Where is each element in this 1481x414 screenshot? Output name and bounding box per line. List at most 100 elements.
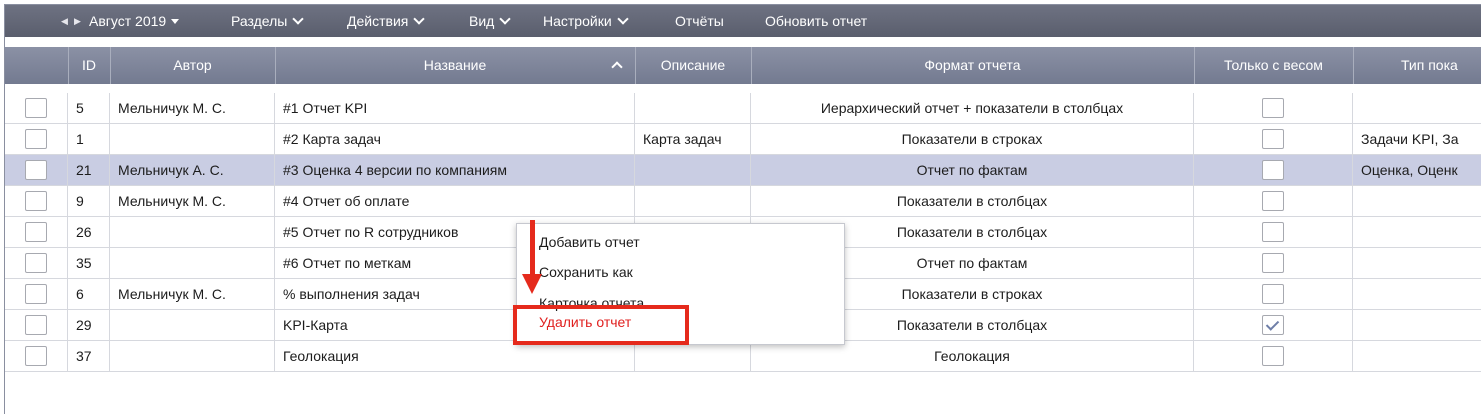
row-description bbox=[635, 341, 751, 371]
row-select-cell bbox=[5, 310, 68, 340]
row-weighted bbox=[1194, 93, 1353, 123]
header-type[interactable]: Тип пока bbox=[1353, 47, 1481, 84]
weighted-checkbox[interactable] bbox=[1262, 129, 1284, 149]
period-selector[interactable]: Август 2019 bbox=[89, 13, 180, 29]
table-row[interactable]: 9 Мельничук М. С. #4 Отчет об оплате Показа… bbox=[5, 186, 1481, 217]
weighted-checkbox[interactable] bbox=[1262, 160, 1284, 180]
row-select-cell bbox=[5, 155, 68, 185]
row-select-checkbox[interactable] bbox=[25, 98, 47, 118]
weighted-checkbox[interactable] bbox=[1262, 191, 1284, 211]
row-weighted bbox=[1194, 248, 1353, 278]
row-select-checkbox[interactable] bbox=[25, 284, 47, 304]
table-row[interactable]: 5 Мельничук М. С. #1 Отчет KPI Иерархически… bbox=[5, 93, 1481, 124]
row-description: Карта задач bbox=[635, 124, 751, 154]
header-weighted[interactable]: Только с весом bbox=[1194, 47, 1354, 84]
row-id: 6 bbox=[68, 279, 110, 309]
header-name[interactable]: Название bbox=[275, 47, 636, 84]
row-weighted bbox=[1194, 155, 1353, 185]
row-author bbox=[110, 248, 275, 278]
row-name: #2 Карта задач bbox=[275, 124, 635, 154]
menu-actions[interactable]: Действия bbox=[347, 13, 426, 29]
row-select-checkbox[interactable] bbox=[25, 222, 47, 242]
menu-reports[interactable]: Отчёты bbox=[675, 13, 724, 29]
table-header: ID Автор Название Описание Формат отчета… bbox=[5, 47, 1481, 84]
arrow-down-icon bbox=[522, 274, 542, 294]
row-select-cell bbox=[5, 217, 68, 247]
row-author bbox=[110, 310, 275, 340]
row-author bbox=[110, 217, 275, 247]
row-weighted bbox=[1194, 124, 1353, 154]
menu-item-add-report[interactable]: Добавить отчет bbox=[539, 234, 640, 250]
row-type bbox=[1353, 186, 1481, 216]
row-select-checkbox[interactable] bbox=[25, 315, 47, 335]
row-select-checkbox[interactable] bbox=[25, 253, 47, 273]
row-author bbox=[110, 124, 275, 154]
weighted-checkbox[interactable] bbox=[1262, 315, 1284, 335]
row-select-checkbox[interactable] bbox=[25, 160, 47, 180]
chevron-down-icon bbox=[616, 13, 629, 25]
row-type bbox=[1353, 310, 1481, 340]
row-format: Показатели в столбцах bbox=[751, 186, 1194, 216]
reports-window: ◀ ▶ Август 2019 Разделы Действия Вид Нас… bbox=[4, 4, 1481, 414]
row-select-cell bbox=[5, 279, 68, 309]
row-weighted bbox=[1194, 217, 1353, 247]
row-type bbox=[1353, 279, 1481, 309]
caret-down-icon bbox=[171, 19, 180, 24]
prev-period-icon[interactable]: ◀ bbox=[61, 16, 68, 27]
row-select-cell bbox=[5, 341, 68, 371]
row-id: 26 bbox=[68, 217, 110, 247]
menu-settings[interactable]: Настройки bbox=[543, 13, 629, 29]
row-description bbox=[635, 186, 751, 216]
row-name: #3 Оценка 4 версии по компаниям bbox=[275, 155, 635, 185]
row-id: 37 bbox=[68, 341, 110, 371]
row-author: Мельничук М. С. bbox=[110, 279, 275, 309]
row-type bbox=[1353, 341, 1481, 371]
weighted-checkbox[interactable] bbox=[1262, 98, 1284, 118]
row-format: Геолокация bbox=[751, 341, 1194, 371]
header-id[interactable]: ID bbox=[68, 47, 111, 84]
menu-sections[interactable]: Разделы bbox=[231, 13, 305, 29]
header-format[interactable]: Формат отчета bbox=[751, 47, 1195, 84]
menu-sections-label: Разделы bbox=[231, 13, 288, 29]
row-select-checkbox[interactable] bbox=[25, 191, 47, 211]
weighted-checkbox[interactable] bbox=[1262, 346, 1284, 366]
annotation-highlight-box bbox=[513, 305, 689, 345]
chevron-down-icon bbox=[413, 13, 426, 25]
row-select-cell bbox=[5, 93, 68, 123]
menu-item-save-as[interactable]: Сохранить как bbox=[539, 264, 633, 280]
weighted-checkbox[interactable] bbox=[1262, 284, 1284, 304]
row-id: 5 bbox=[68, 93, 110, 123]
menu-actions-label: Действия bbox=[347, 13, 409, 29]
menu-settings-label: Настройки bbox=[543, 13, 612, 29]
row-id: 9 bbox=[68, 186, 110, 216]
row-name: #4 Отчет об оплате bbox=[275, 186, 635, 216]
period-label: Август 2019 bbox=[89, 13, 167, 29]
row-select-cell bbox=[5, 186, 68, 216]
row-id: 1 bbox=[68, 124, 110, 154]
row-select-checkbox[interactable] bbox=[25, 129, 47, 149]
row-select-cell bbox=[5, 248, 68, 278]
table-row[interactable]: 1 #2 Карта задач Карта задач Показатели в с… bbox=[5, 124, 1481, 155]
menu-view[interactable]: Вид bbox=[469, 13, 511, 29]
header-author[interactable]: Автор bbox=[110, 47, 276, 84]
row-description bbox=[635, 155, 751, 185]
header-description[interactable]: Описание bbox=[635, 47, 752, 84]
row-weighted bbox=[1194, 310, 1353, 340]
table-row[interactable]: 37 Геолокация Геолокация bbox=[5, 341, 1481, 372]
next-period-icon[interactable]: ▶ bbox=[74, 16, 81, 27]
row-author bbox=[110, 341, 275, 371]
row-author: Мельничук М. С. bbox=[110, 186, 275, 216]
row-id: 21 bbox=[68, 155, 110, 185]
weighted-checkbox[interactable] bbox=[1262, 222, 1284, 242]
chevron-down-icon bbox=[292, 13, 305, 25]
row-select-checkbox[interactable] bbox=[25, 346, 47, 366]
table-row[interactable]: 21 Мельничук А. С. #3 Оценка 4 версии по к… bbox=[5, 155, 1481, 186]
sort-ascending-icon bbox=[611, 61, 623, 73]
row-type bbox=[1353, 217, 1481, 247]
refresh-report-button[interactable]: Обновить отчет bbox=[765, 13, 867, 29]
weighted-checkbox[interactable] bbox=[1262, 253, 1284, 273]
row-description bbox=[635, 93, 751, 123]
row-weighted bbox=[1194, 186, 1353, 216]
header-select bbox=[5, 47, 69, 84]
row-weighted bbox=[1194, 279, 1353, 309]
